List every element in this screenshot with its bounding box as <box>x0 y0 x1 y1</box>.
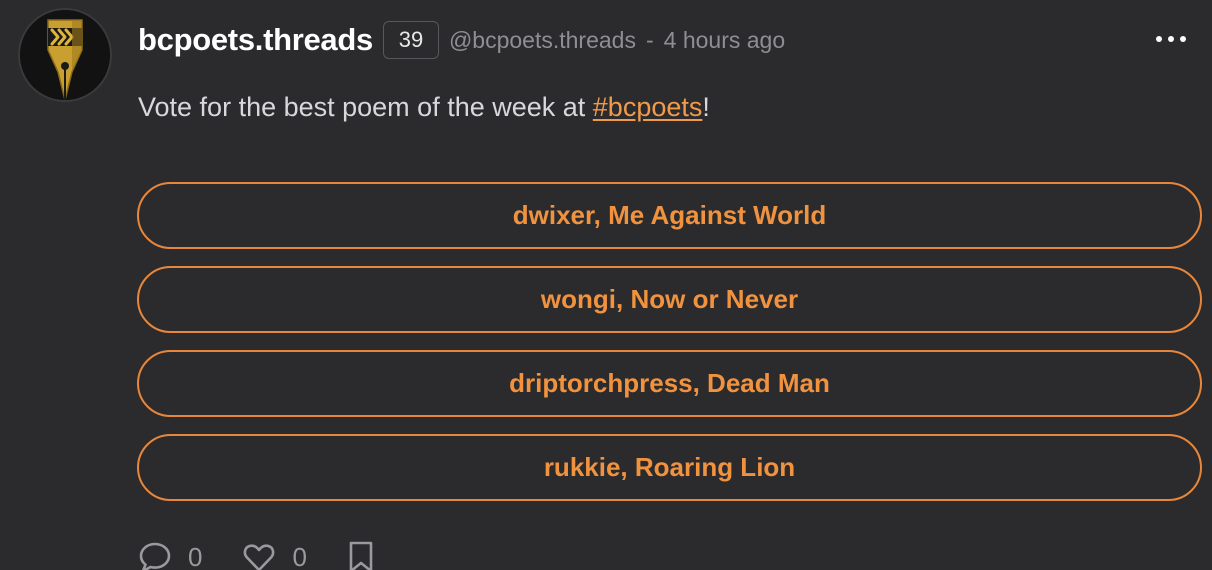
comment-bubble-icon <box>139 542 171 570</box>
hashtag-link[interactable]: #bcpoets <box>593 92 703 122</box>
post-body: Vote for the best poem of the week at #b… <box>138 92 710 123</box>
more-dots-icon <box>1156 36 1162 42</box>
like-count: 0 <box>292 541 307 570</box>
post-timestamp[interactable]: 4 hours ago <box>664 27 785 54</box>
post-text-prefix: Vote for the best poem of the week at <box>138 92 593 122</box>
heart-icon <box>244 544 275 570</box>
post-text-suffix: ! <box>702 92 710 122</box>
reputation-badge: 39 <box>382 21 439 59</box>
post-header: bcpoets.threads 39 @bcpoets.threads - 4 … <box>138 20 785 60</box>
poll-option[interactable]: rukkie, Roaring Lion <box>137 434 1202 501</box>
post-actions: 0 0 <box>138 540 375 570</box>
thread-post: bcpoets.threads 39 @bcpoets.threads - 4 … <box>0 0 1212 570</box>
more-dots-icon <box>1168 36 1174 42</box>
more-dots-icon <box>1180 36 1186 42</box>
like-button[interactable]: 0 <box>242 541 307 570</box>
fountain-pen-nib-icon <box>20 10 110 100</box>
header-separator: - <box>645 26 654 53</box>
username-link[interactable]: bcpoets.threads <box>138 22 373 58</box>
poll-option[interactable]: wongi, Now or Never <box>137 266 1202 333</box>
user-handle[interactable]: @bcpoets.threads <box>449 27 636 54</box>
avatar[interactable] <box>18 8 112 102</box>
comment-button[interactable]: 0 <box>138 541 202 570</box>
more-options-button[interactable] <box>1156 30 1186 48</box>
bookmark-icon <box>349 541 373 570</box>
poll-option[interactable]: driptorchpress, Dead Man <box>137 350 1202 417</box>
poll-option[interactable]: dwixer, Me Against World <box>137 182 1202 249</box>
comment-count: 0 <box>188 541 203 570</box>
bookmark-button[interactable] <box>347 540 375 570</box>
poll: dwixer, Me Against World wongi, Now or N… <box>137 182 1202 518</box>
